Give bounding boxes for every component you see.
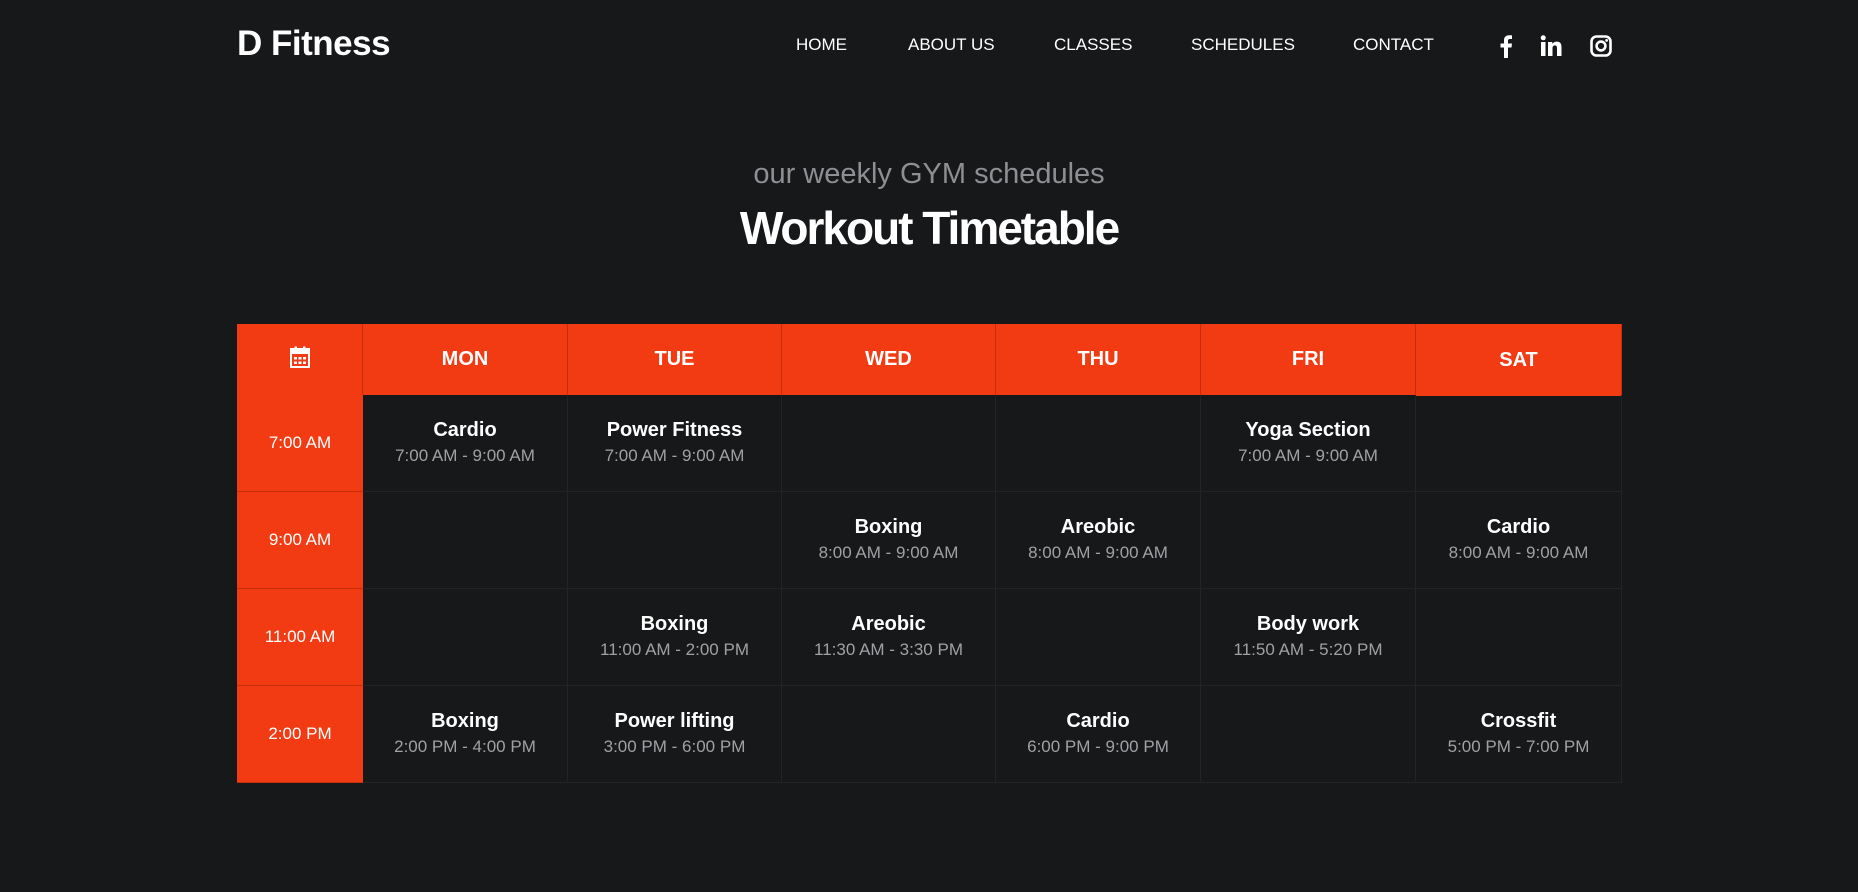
class-time: 8:00 AM - 9:00 AM [1448,543,1589,562]
class-slot[interactable]: Cardio 6:00 PM - 9:00 PM [996,686,1201,783]
nav-contact[interactable]: CONTACT [1353,35,1434,55]
class-time: 11:50 AM - 5:20 PM [1233,640,1383,659]
time-label: 7:00 AM [268,433,332,452]
empty-slot [782,395,996,492]
class-name: Boxing [854,516,923,538]
nav-classes[interactable]: CLASSES [1054,35,1132,55]
time-slot-label: 9:00 AM [237,492,363,589]
empty-slot [363,589,568,686]
class-slot[interactable]: Cardio 7:00 AM - 9:00 AM [363,395,568,492]
empty-slot [996,589,1201,686]
day-header-sat: SAT [1416,324,1622,396]
class-time: 2:00 PM - 4:00 PM [394,737,536,756]
class-slot[interactable]: Areobic 11:30 AM - 3:30 PM [782,589,996,686]
time-slot-label: 2:00 PM [237,686,363,783]
empty-slot [1201,686,1416,783]
class-name: Cardio [433,419,497,441]
class-name: Power Fitness [606,419,743,441]
empty-slot [1201,492,1416,589]
section-subtitle: our weekly GYM schedules [753,158,1105,190]
class-time: 8:00 AM - 9:00 AM [1028,543,1168,562]
nav-schedules[interactable]: SCHEDULES [1191,35,1295,55]
class-slot[interactable]: Power Fitness 7:00 AM - 9:00 AM [568,395,782,492]
class-time: 8:00 AM - 9:00 AM [818,543,959,562]
calendar-icon [289,346,310,374]
page: D Fitness HOME ABOUT US CLASSES SCHEDULE… [0,0,1858,892]
timetable: MON TUE WED THU FRI SAT 7:00 AM Cardio 7:00 AM -… [237,324,1622,783]
class-name: Boxing [640,613,709,635]
nav-home[interactable]: HOME [796,35,847,55]
class-slot[interactable]: Body work 11:50 AM - 5:20 PM [1201,589,1416,686]
section-title: Workout Timetable [739,202,1120,254]
facebook-icon[interactable] [1494,34,1518,58]
time-label: 9:00 AM [268,530,332,549]
class-slot[interactable]: Yoga Section 7:00 AM - 9:00 AM [1201,395,1416,492]
empty-slot [996,395,1201,492]
day-label: TUE [654,348,695,370]
empty-slot [1416,589,1622,686]
time-label: 2:00 PM [268,724,332,743]
class-name: Areobic [851,613,926,635]
class-time: 5:00 PM - 7:00 PM [1447,737,1590,756]
day-label: WED [865,348,912,370]
site-logo[interactable]: D Fitness [237,24,391,64]
class-slot[interactable]: Boxing 2:00 PM - 4:00 PM [363,686,568,783]
day-header-thu: THU [996,324,1201,395]
instagram-icon[interactable] [1589,34,1613,58]
class-slot[interactable]: Areobic 8:00 AM - 9:00 AM [996,492,1201,589]
timetable-corner [237,324,363,395]
class-name: Body work [1256,613,1360,635]
class-time: 7:00 AM - 9:00 AM [604,446,745,465]
empty-slot [782,686,996,783]
class-name: Boxing [431,710,499,732]
time-slot-label: 7:00 AM [237,395,363,492]
class-name: Cardio [1486,516,1551,538]
empty-slot [363,492,568,589]
class-slot[interactable]: Cardio 8:00 AM - 9:00 AM [1416,492,1622,589]
nav-about-us[interactable]: ABOUT US [908,35,995,55]
class-name: Crossfit [1480,710,1557,732]
class-slot[interactable]: Power lifting 3:00 PM - 6:00 PM [568,686,782,783]
time-slot-label: 11:00 AM [237,589,363,686]
class-name: Power lifting [614,710,735,732]
class-time: 11:00 AM - 2:00 PM [600,640,749,659]
class-time: 11:30 AM - 3:30 PM [814,640,963,659]
class-time: 6:00 PM - 9:00 PM [1027,737,1169,756]
day-header-fri: FRI [1201,324,1416,395]
class-slot[interactable]: Boxing 8:00 AM - 9:00 AM [782,492,996,589]
class-name: Yoga Section [1245,419,1371,441]
empty-slot [568,492,782,589]
class-name: Cardio [1066,710,1130,732]
day-header-wed: WED [782,324,996,395]
day-label: THU [1077,348,1119,370]
day-label: MON [441,348,489,370]
time-label: 11:00 AM [264,627,336,646]
class-time: 7:00 AM - 9:00 AM [395,446,535,465]
day-label: FRI [1291,348,1325,370]
class-slot[interactable]: Boxing 11:00 AM - 2:00 PM [568,589,782,686]
class-slot[interactable]: Crossfit 5:00 PM - 7:00 PM [1416,686,1622,783]
linkedin-icon[interactable] [1539,34,1563,58]
day-header-tue: TUE [568,324,782,395]
empty-slot [1416,395,1622,492]
day-label: SAT [1499,348,1538,371]
class-time: 7:00 AM - 9:00 AM [1238,446,1378,465]
day-header-mon: MON [363,324,568,395]
class-name: Areobic [1060,516,1136,538]
class-time: 3:00 PM - 6:00 PM [603,737,746,756]
